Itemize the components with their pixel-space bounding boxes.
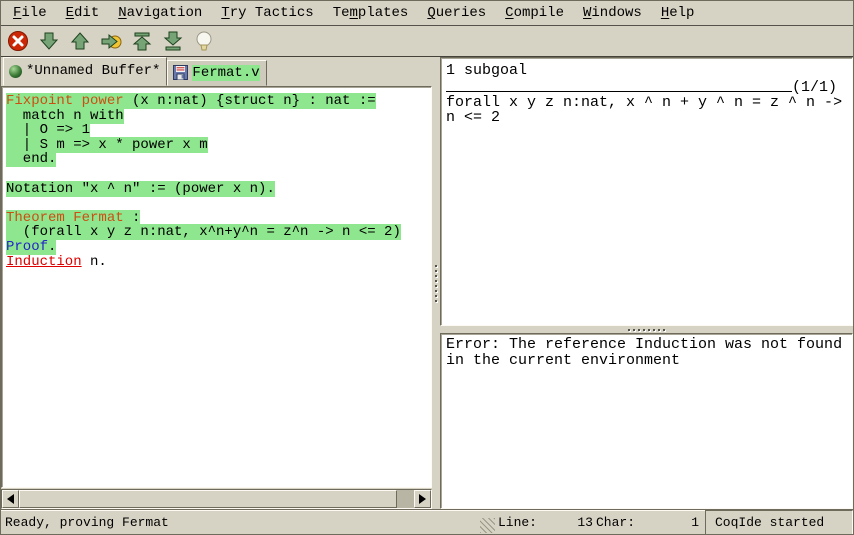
- horizontal-splitter[interactable]: [440, 326, 853, 333]
- arrow-into-ball-icon: [100, 30, 122, 52]
- menubar: File Edit Navigation Try Tactics Templat…: [1, 1, 853, 26]
- goal-separator: (1/1): [446, 78, 850, 95]
- splitter-dot: [435, 285, 437, 287]
- menu-compile[interactable]: Compile: [497, 3, 572, 23]
- error-message: in the current environment: [446, 353, 850, 369]
- up-arrow-bar-icon: [131, 30, 153, 52]
- goal-statement: n <= 2: [446, 110, 850, 125]
- char-label: Char:: [593, 515, 635, 530]
- tab-label: Fermat.v: [192, 65, 259, 81]
- goal-pane[interactable]: 1 subgoal (1/1) forall x y z n:nat, x ^ …: [440, 57, 853, 326]
- code-line: Notation "x ^ n" := (power x n).: [6, 182, 431, 197]
- stop-icon: [7, 30, 29, 52]
- stop-button[interactable]: [6, 29, 30, 53]
- menu-try-tactics[interactable]: Try Tactics: [213, 3, 321, 23]
- code-line-blank: [6, 167, 431, 182]
- splitter-dot: [653, 329, 655, 331]
- menu-windows[interactable]: Windows: [575, 3, 650, 23]
- forward-one-button[interactable]: [37, 29, 61, 53]
- error-message: Error: The reference Induction was not f…: [446, 337, 850, 353]
- code-line: match n with: [6, 109, 431, 124]
- floppy-disk-icon: [173, 65, 188, 80]
- splitter-dot: [435, 280, 437, 282]
- scroll-right-button[interactable]: [414, 490, 431, 508]
- status-message: Ready, proving Fermat: [1, 515, 480, 530]
- splitter-dot: [658, 329, 660, 331]
- script-panel: *Unnamed Buffer* Fermat.v Fixpoint power: [1, 57, 432, 509]
- code-line: | O => 1: [6, 123, 431, 138]
- app-status-box: CoqIde started: [705, 510, 853, 535]
- editor-horizontal-scrollbar: [1, 489, 432, 509]
- buffer-tabs: *Unnamed Buffer* Fermat.v: [1, 57, 432, 86]
- resize-grip[interactable]: [480, 518, 495, 533]
- code-line: Theorem Fermat :: [6, 211, 431, 226]
- code-line-blank: [6, 196, 431, 211]
- left-arrow-icon: [2, 494, 14, 504]
- down-arrow-icon: [38, 30, 60, 52]
- splitter-dot: [643, 329, 645, 331]
- splitter-dot: [435, 290, 437, 292]
- splitter-dot: [633, 329, 635, 331]
- code-line: Proof.: [6, 240, 431, 255]
- coqide-window: File Edit Navigation Try Tactics Templat…: [0, 0, 854, 535]
- goal-rule: [446, 91, 792, 92]
- scrollbar-thumb[interactable]: [19, 490, 397, 508]
- splitter-dot: [435, 300, 437, 302]
- tab-fermat-v[interactable]: Fermat.v: [167, 60, 266, 86]
- tab-unnamed-buffer[interactable]: *Unnamed Buffer*: [3, 57, 167, 86]
- go-to-end-button[interactable]: [161, 29, 185, 53]
- char-number: 1: [635, 515, 699, 530]
- proof-panel: 1 subgoal (1/1) forall x y z n:nat, x ^ …: [440, 57, 853, 509]
- toolbar: [1, 26, 853, 57]
- line-label: Line:: [495, 515, 537, 530]
- tab-label: *Unnamed Buffer*: [26, 63, 160, 79]
- vertical-splitter[interactable]: [432, 57, 440, 509]
- message-pane[interactable]: Error: The reference Induction was not f…: [440, 333, 853, 509]
- statusbar: Ready, proving Fermat Line: 13 Char: 1 C…: [1, 509, 853, 535]
- splitter-dot: [663, 329, 665, 331]
- code-line: Induction n.: [6, 255, 431, 270]
- line-number: 13: [537, 515, 593, 530]
- scrollbar-track[interactable]: [397, 490, 414, 508]
- goal-counter: (1/1): [792, 80, 837, 95]
- back-one-button[interactable]: [68, 29, 92, 53]
- scroll-left-button[interactable]: [2, 490, 19, 508]
- hint-button[interactable]: [192, 29, 216, 53]
- code-line: end.: [6, 152, 431, 167]
- splitter-dot: [435, 265, 437, 267]
- buffer-status-icon: [9, 65, 22, 78]
- goal-statement: forall x y z n:nat, x ^ n + y ^ n = z ^ …: [446, 95, 850, 110]
- splitter-dot: [638, 329, 640, 331]
- code-line: (forall x y z n:nat, x^n+y^n = z^n -> n …: [6, 225, 431, 240]
- splitter-dot: [628, 329, 630, 331]
- up-arrow-icon: [69, 30, 91, 52]
- lightbulb-icon: [193, 30, 215, 52]
- menu-navigation[interactable]: Navigation: [110, 3, 210, 23]
- splitter-dot: [435, 275, 437, 277]
- menu-queries[interactable]: Queries: [419, 3, 494, 23]
- menu-help[interactable]: Help: [653, 3, 703, 23]
- menu-templates[interactable]: Templates: [325, 3, 417, 23]
- splitter-dot: [648, 329, 650, 331]
- menu-edit[interactable]: Edit: [58, 3, 108, 23]
- down-arrow-bar-icon: [162, 30, 184, 52]
- right-arrow-icon: [419, 494, 431, 504]
- go-to-start-button[interactable]: [130, 29, 154, 53]
- go-to-cursor-button[interactable]: [99, 29, 123, 53]
- code-line: | S m => x * power x m: [6, 138, 431, 153]
- script-editor[interactable]: Fixpoint power (x n:nat) {struct n} : na…: [1, 86, 432, 488]
- main-area: *Unnamed Buffer* Fermat.v Fixpoint power: [1, 57, 853, 509]
- splitter-dot: [435, 270, 437, 272]
- splitter-dot: [435, 295, 437, 297]
- subgoal-count: 1 subgoal: [446, 63, 850, 78]
- code-line: Fixpoint power (x n:nat) {struct n} : na…: [6, 94, 431, 109]
- menu-file[interactable]: File: [5, 3, 55, 23]
